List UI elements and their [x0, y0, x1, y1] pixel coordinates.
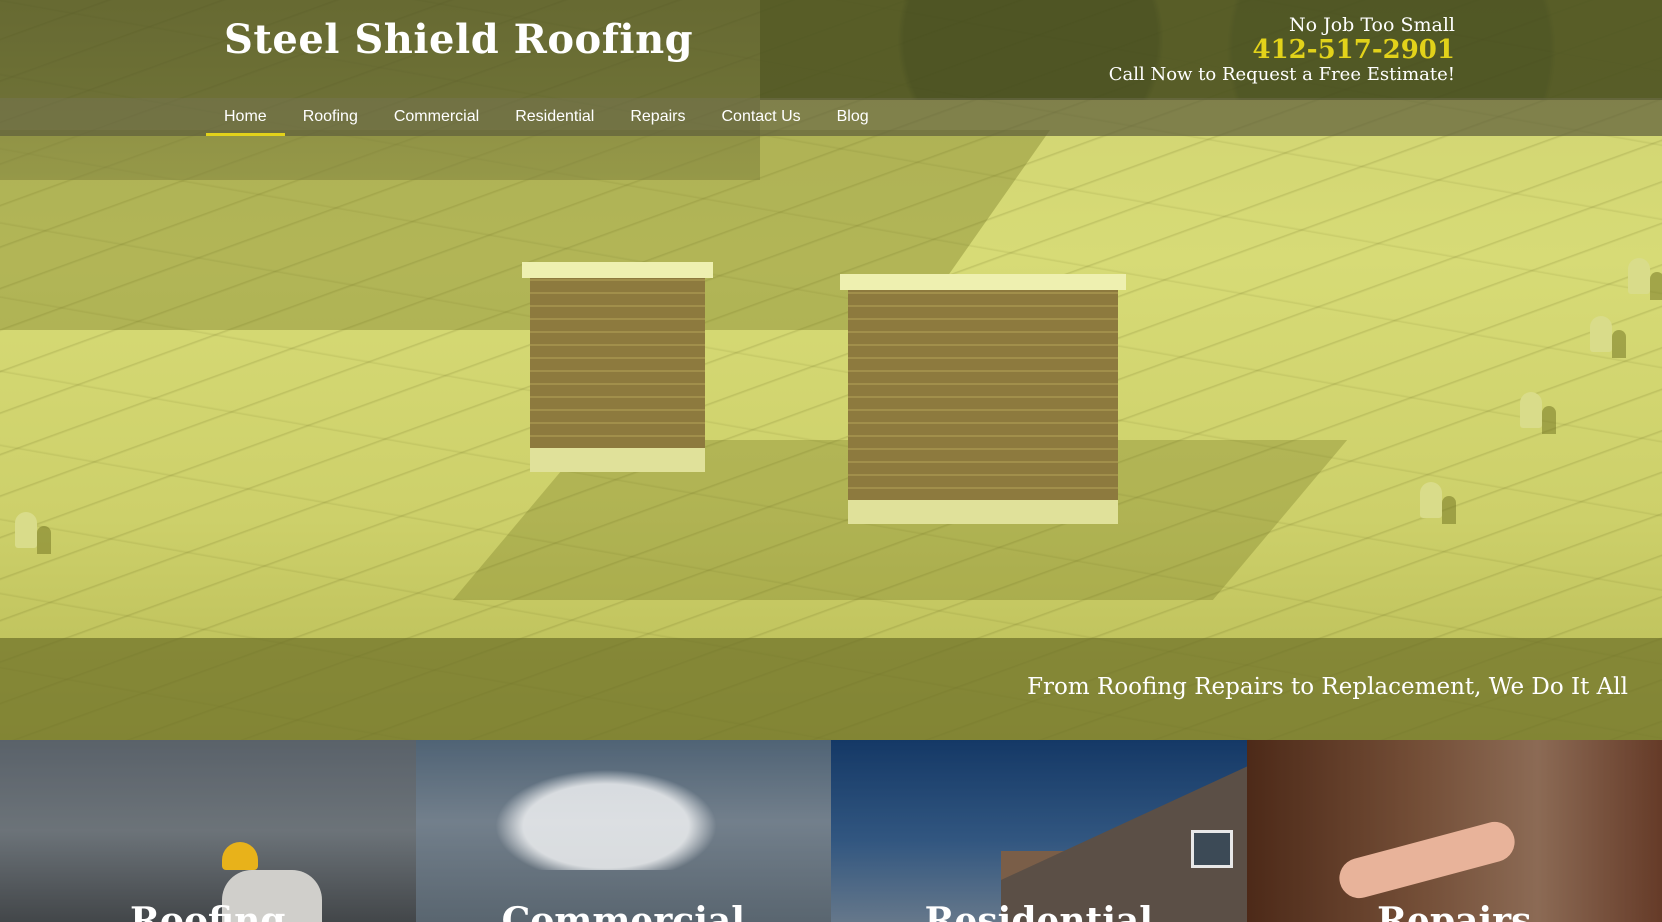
estimate-cta: Call Now to Request a Free Estimate!: [1108, 64, 1455, 85]
service-tile-commercial[interactable]: Commercial: [415, 740, 831, 922]
service-tiles: Roofing Commercial Residential Repairs: [0, 740, 1662, 922]
hard-hat-icon: [222, 842, 258, 870]
service-tile-repairs[interactable]: Repairs: [1246, 740, 1662, 922]
service-tile-residential[interactable]: Residential: [831, 740, 1247, 922]
roof-vent: [15, 512, 37, 548]
nav-item-repairs[interactable]: Repairs: [612, 98, 703, 136]
site-header: Steel Shield Roofing No Job Too Small 41…: [0, 0, 1662, 98]
nav-item-commercial[interactable]: Commercial: [376, 98, 497, 136]
skylight-window: [1191, 830, 1233, 868]
service-tile-roofing[interactable]: Roofing: [0, 740, 416, 922]
roof-vent: [1628, 258, 1650, 294]
roof-vent: [1590, 316, 1612, 352]
hero-section: Steel Shield Roofing No Job Too Small 41…: [0, 0, 1662, 740]
roof-vent: [1520, 392, 1542, 428]
service-tile-label: Commercial: [501, 900, 745, 922]
service-tile-label: Roofing: [130, 900, 286, 922]
nav-item-home[interactable]: Home: [206, 98, 285, 136]
brick-chimney: [840, 274, 1126, 524]
site-title[interactable]: Steel Shield Roofing: [224, 16, 693, 63]
slogan-band: From Roofing Repairs to Replacement, We …: [0, 638, 1662, 740]
phone-link[interactable]: 412-517-2901: [1109, 36, 1456, 64]
roof-vent: [1420, 482, 1442, 518]
service-tile-label: Residential: [924, 900, 1153, 922]
nav-list: Home Roofing Commercial Residential Repa…: [206, 98, 887, 136]
service-tile-label: Repairs: [1377, 900, 1532, 922]
worker-arm-drill: [1334, 817, 1519, 903]
tagline: No Job Too Small: [1289, 14, 1455, 36]
nav-item-blog[interactable]: Blog: [819, 98, 887, 136]
cloud-image: [475, 760, 736, 870]
nav-item-residential[interactable]: Residential: [497, 98, 612, 136]
nav-item-roofing[interactable]: Roofing: [285, 98, 376, 136]
brick-chimney: [522, 262, 713, 472]
main-nav: Home Roofing Commercial Residential Repa…: [0, 98, 1662, 136]
hero-slogan: From Roofing Repairs to Replacement, We …: [1027, 674, 1628, 700]
contact-block: No Job Too Small 412-517-2901 Call Now t…: [1109, 14, 1455, 86]
nav-item-contact-us[interactable]: Contact Us: [703, 98, 818, 136]
